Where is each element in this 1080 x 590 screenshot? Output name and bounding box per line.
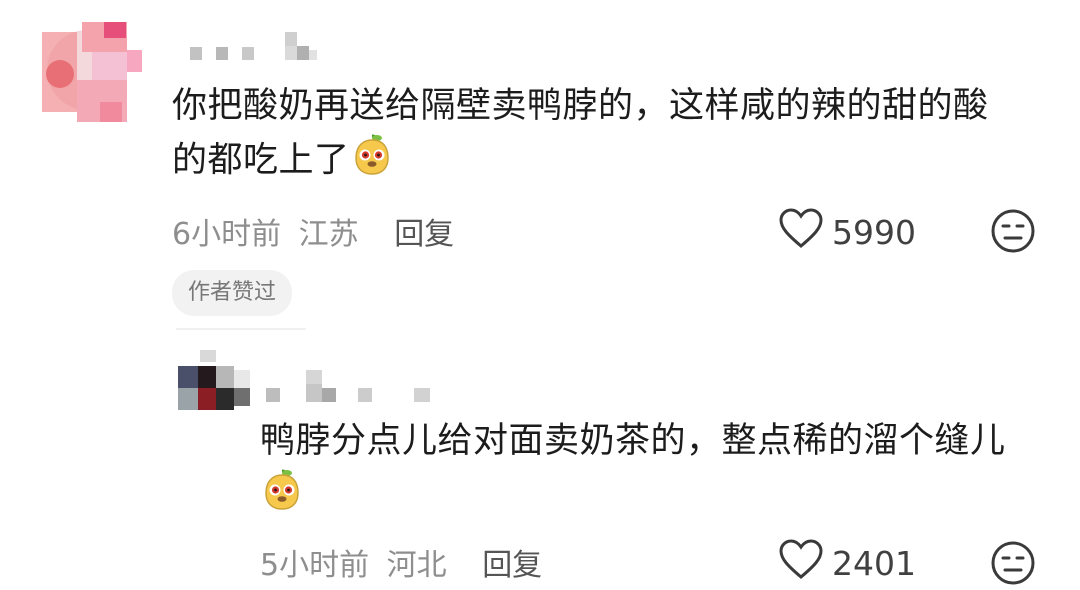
comment-time: 6小时前: [172, 217, 282, 252]
like-button[interactable]: 5990: [778, 207, 916, 257]
like-count: 5990: [832, 212, 916, 252]
reply-time: 5小时前: [260, 548, 370, 583]
username-obscured[interactable]: [266, 366, 436, 406]
heart-outline-icon[interactable]: [778, 207, 824, 257]
neutral-face-icon[interactable]: [990, 208, 1036, 258]
avatar[interactable]: [178, 350, 253, 412]
reply-location: 河北: [386, 548, 447, 583]
reply-button[interactable]: 回复: [482, 548, 542, 583]
reply-meta: 5小时前 河北 回复: [260, 540, 542, 584]
duck-face-emoji: [350, 132, 394, 191]
avatar[interactable]: [42, 22, 142, 122]
comment-location: 江苏: [298, 217, 359, 252]
divider: [176, 328, 306, 330]
author-liked-badge: 作者赞过: [172, 270, 293, 316]
like-button[interactable]: 2401: [778, 538, 916, 588]
neutral-face-icon[interactable]: [990, 540, 1036, 590]
duck-face-emoji: [260, 467, 304, 526]
reply-text: 鸭脖分点儿给对面卖奶茶的，整点稀的溜个缝儿: [260, 415, 1020, 526]
username-obscured[interactable]: [190, 28, 340, 64]
reply-button[interactable]: 回复: [394, 217, 454, 252]
comment-meta: 6小时前 江苏 回复: [172, 209, 454, 253]
heart-outline-icon[interactable]: [778, 538, 824, 588]
comment-text: 你把酸奶再送给隔壁卖鸭脖的，这样咸的辣的甜的酸的都吃上了: [172, 80, 1012, 191]
